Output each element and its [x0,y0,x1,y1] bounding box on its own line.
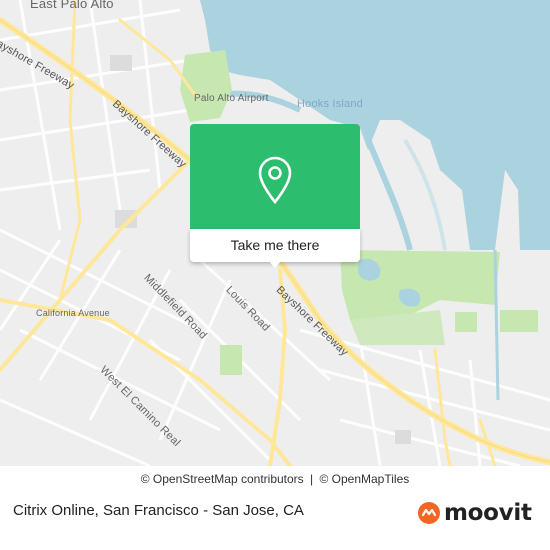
attribution-separator: | [310,472,314,486]
page-title: Citrix Online, San Francisco - San Jose,… [13,502,304,519]
map-label-hooks-island: Hooks Island [297,98,363,110]
omt-attribution-link[interactable]: © OpenMapTiles [319,472,409,486]
map-page: East Palo Alto Palo Alto Airport Hooks I… [0,0,550,550]
map-label-east-palo-alto: East Palo Alto [30,0,114,11]
footer-bar: Citrix Online, San Francisco - San Jose,… [0,492,550,550]
osm-attribution-link[interactable]: © OpenStreetMap contributors [141,472,304,486]
take-me-there-button[interactable]: Take me there [190,229,360,262]
moovit-logo[interactable]: moovit [416,498,532,528]
marker-pointer [269,261,281,268]
map-view[interactable]: East Palo Alto Palo Alto Airport Hooks I… [0,0,550,466]
destination-marker[interactable]: Take me there [190,124,360,268]
location-pin-icon [258,156,292,204]
map-label-palo-alto-airport: Palo Alto Airport [194,93,269,104]
marker-header [190,124,360,229]
moovit-wordmark: moovit [444,500,532,526]
take-me-there-label: Take me there [230,237,320,253]
map-attribution: © OpenStreetMap contributors | © OpenMap… [0,466,550,492]
map-label-california-avenue: California Avenue [36,308,110,318]
moovit-logo-icon [418,502,440,524]
